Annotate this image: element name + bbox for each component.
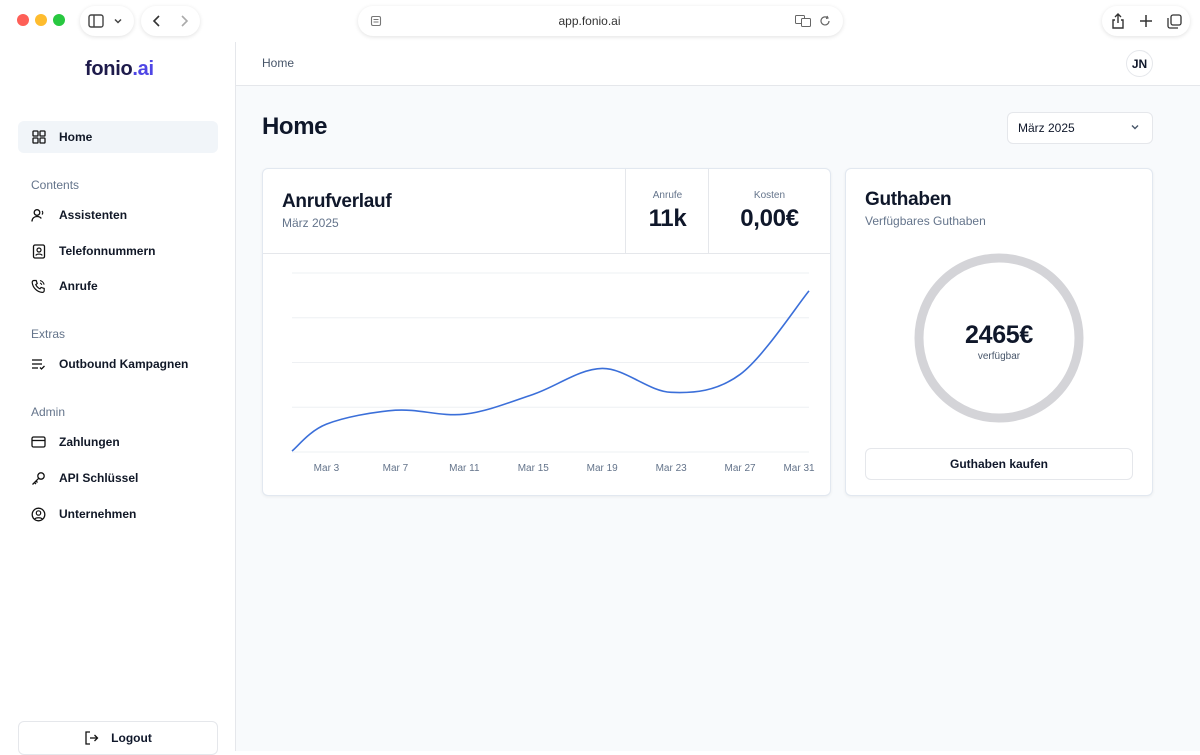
calls-value: 11k	[648, 205, 687, 232]
logo-suffix: .ai	[132, 58, 154, 80]
call-history-card: Anrufverlauf März 2025 Anrufe 11k Kosten…	[262, 168, 831, 496]
browser-chrome: app.fonio.ai	[0, 0, 1200, 42]
calls-label: Anrufe	[652, 190, 683, 201]
credit-card-icon	[31, 435, 46, 450]
section-label-admin: Admin	[31, 405, 66, 419]
buy-credit-button[interactable]: Guthaben kaufen	[865, 448, 1133, 480]
balance-card: Guthaben Verfügbares Guthaben 2465€ verf…	[845, 168, 1153, 496]
sidebar-item-api-keys[interactable]: API Schlüssel	[18, 462, 218, 494]
x-tick-label: Mar 7	[383, 463, 409, 474]
cost-stat[interactable]: Kosten 0,00€	[708, 169, 830, 254]
section-label-extras: Extras	[31, 327, 66, 341]
logo[interactable]: fonio.ai	[85, 58, 154, 81]
sidebar-item-zahlungen[interactable]: Zahlungen	[18, 426, 218, 458]
x-tick-label: Mar 23	[656, 463, 688, 474]
x-tick-label: Mar 3	[314, 463, 340, 474]
card-subtitle: März 2025	[282, 216, 339, 230]
key-icon	[31, 471, 46, 486]
month-select-value: März 2025	[1018, 121, 1075, 135]
tab-overview-icon[interactable]	[1166, 13, 1182, 29]
page-settings-icon[interactable]	[368, 13, 384, 29]
minimize-window-button[interactable]	[35, 14, 47, 26]
contact-book-icon	[31, 243, 46, 259]
sidebar: fonio.ai Home Contents Assistenten Telef…	[0, 42, 236, 755]
avatar[interactable]: JN	[1126, 50, 1153, 77]
logout-button[interactable]: Logout	[18, 721, 218, 755]
sidebar-item-label: Outbound Kampagnen	[59, 357, 189, 371]
logo-main: fonio	[85, 58, 133, 80]
card-subtitle: Verfügbares Guthaben	[865, 214, 986, 228]
list-check-icon	[31, 357, 46, 372]
zoom-window-button[interactable]	[53, 14, 65, 26]
card-title: Guthaben	[865, 189, 952, 210]
new-tab-icon[interactable]	[1138, 13, 1154, 29]
x-tick-label: Mar 19	[587, 463, 619, 474]
sidebar-item-home[interactable]: Home	[18, 121, 218, 153]
call-history-chart: Mar 3 Mar 7 Mar 11 Mar 15 Mar 19 Mar 23 Mar 27…	[291, 272, 815, 474]
logout-label: Logout	[111, 731, 152, 745]
section-label-contents: Contents	[31, 178, 80, 192]
series-line	[291, 290, 810, 452]
window-actions-group	[1102, 6, 1190, 36]
balance-amount-label: verfügbar	[977, 351, 1021, 362]
sidebar-item-outbound[interactable]: Outbound Kampagnen	[18, 348, 218, 380]
sidebar-item-label: Assistenten	[59, 208, 128, 222]
month-select[interactable]: März 2025	[1007, 112, 1153, 144]
page-title: Home	[262, 113, 328, 140]
calls-stat[interactable]: Anrufe 11k	[625, 169, 709, 254]
back-icon[interactable]	[149, 13, 165, 29]
breadcrumb[interactable]: Home	[262, 56, 294, 70]
sidebar-item-label: Zahlungen	[59, 435, 120, 449]
close-window-button[interactable]	[17, 14, 29, 26]
address-bar[interactable]: app.fonio.ai	[358, 6, 843, 36]
logout-icon	[84, 731, 99, 745]
main-content: Home JN Home März 2025 Anrufverlauf März…	[236, 42, 1200, 751]
user-voice-icon	[31, 208, 46, 223]
chevron-down-icon	[1130, 121, 1140, 135]
sidebar-toggle-group	[80, 6, 134, 36]
x-tick-label: Mar 15	[518, 463, 550, 474]
history-nav-group	[141, 6, 200, 36]
card-title: Anrufverlauf	[282, 191, 392, 212]
x-tick-label: Mar 11	[449, 463, 480, 474]
balance-amount: 2465€	[964, 321, 1034, 349]
sidebar-item-label: Anrufe	[59, 279, 98, 293]
sidebar-item-unternehmen[interactable]: Unternehmen	[18, 498, 218, 530]
top-bar: Home JN	[236, 42, 1200, 86]
sidebar-item-telefonnummern[interactable]: Telefonnummern	[18, 235, 218, 267]
sidebar-item-label: Unternehmen	[59, 507, 137, 521]
sidebar-item-assistenten[interactable]: Assistenten	[18, 199, 218, 231]
sidebar-item-label: API Schlüssel	[59, 471, 139, 485]
sidebar-item-anrufe[interactable]: Anrufe	[18, 270, 218, 302]
translate-icon[interactable]	[795, 13, 811, 29]
forward-icon[interactable]	[176, 13, 192, 29]
x-tick-label: Mar 27	[725, 463, 757, 474]
call-history-header: Anrufverlauf März 2025 Anrufe 11k Kosten…	[263, 169, 830, 254]
chevron-down-icon[interactable]	[110, 13, 126, 29]
sidebar-toggle-icon[interactable]	[88, 13, 104, 29]
phone-call-icon	[31, 279, 46, 294]
cost-value: 0,00€	[740, 205, 799, 232]
user-circle-icon	[31, 507, 46, 522]
sidebar-item-label: Home	[59, 130, 93, 144]
cost-label: Kosten	[753, 190, 786, 201]
url-text: app.fonio.ai	[558, 14, 621, 28]
sidebar-item-label: Telefonnummern	[59, 244, 156, 258]
reload-icon[interactable]	[817, 13, 833, 29]
x-tick-label: Mar 31	[783, 463, 815, 474]
share-icon[interactable]	[1110, 13, 1126, 29]
grid-icon	[31, 130, 46, 145]
